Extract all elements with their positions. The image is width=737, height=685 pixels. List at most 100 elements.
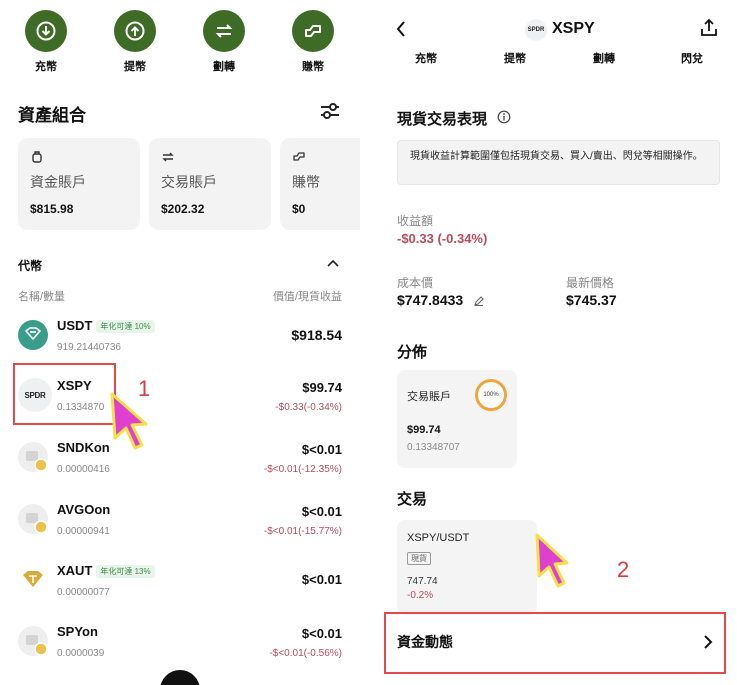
trade-title: 交易: [397, 491, 428, 508]
pnl-value: -$0.33 (-0.34%): [397, 231, 488, 246]
trading-account-value: $202.32: [161, 202, 205, 216]
swap-icon: [161, 150, 177, 166]
highlight-box-fund-activity: [384, 612, 726, 674]
token-detail-panel: SPDR XSPY 充幣 提幣 劃轉 閃兌 現貨交易表現 現貨收益計算範圍僅包括…: [377, 0, 737, 685]
apr-badge: 年化可達 10%: [96, 320, 155, 334]
tab-withdraw[interactable]: 提幣: [504, 50, 526, 66]
withdraw-button[interactable]: 提幣: [100, 10, 170, 74]
cost-price-label: 成本價: [397, 276, 434, 290]
token-row-avgoon[interactable]: AVGOon 0.00000941 $<0.01 -$<0.01(-15.77%…: [0, 494, 360, 554]
latest-price-value: $745.37: [566, 292, 617, 308]
earn-account-value: $0: [292, 202, 306, 216]
deposit-button[interactable]: 充幣: [11, 10, 81, 74]
highlight-box-xspy: [13, 363, 116, 425]
tab-convert[interactable]: 閃兌: [681, 50, 703, 66]
transfer-button[interactable]: 劃轉: [189, 10, 259, 74]
detail-action-tabs: 充幣 提幣 劃轉 閃兌: [377, 50, 737, 70]
generic-token-icon: [18, 442, 48, 472]
pointer-cursor-icon: [533, 533, 573, 596]
step-number-2: 2: [617, 557, 630, 582]
deposit-icon: [25, 10, 67, 52]
tab-deposit[interactable]: 充幣: [415, 50, 437, 66]
latest-price-label: 最新價格: [566, 276, 615, 290]
earn-account-card[interactable]: 賺幣 $0: [280, 138, 360, 230]
dist-account-name: 交易賬戶: [407, 391, 451, 403]
panel-divider: [360, 0, 377, 685]
funding-account-name: 資金賬戶: [30, 174, 86, 190]
token-pnl: -$<0.01(-0.56%): [269, 648, 342, 659]
column-value-pnl: 價值/現貨收益: [272, 291, 342, 303]
asset-overview-panel: 充幣 提幣 劃轉 賺幣 資產組合 資金賬戶 $815.98 交易賬戶 $202.…: [0, 0, 360, 685]
wallet-icon: [30, 150, 46, 166]
collapse-chevron-icon[interactable]: [326, 256, 340, 274]
quick-actions: 充幣 提幣 劃轉 賺幣: [0, 10, 360, 74]
token-amount: 0.00000416: [57, 464, 110, 475]
token-value: $<0.01: [301, 442, 342, 457]
trade-change: -0.2%: [407, 590, 434, 601]
token-row-xaut[interactable]: XAUT 年化可達 13% 0.00000077 $<0.01: [0, 555, 360, 615]
withdraw-icon: [114, 10, 156, 52]
token-name: AVGOon: [57, 502, 111, 517]
withdraw-label: 提幣: [124, 61, 146, 73]
token-amount: 0.00000941: [57, 526, 110, 537]
dist-value: $99.74: [407, 424, 441, 436]
info-icon[interactable]: [497, 110, 511, 129]
percent-ring: 100%: [475, 379, 507, 411]
token-value: $99.74: [302, 380, 342, 395]
usdt-logo-icon: [18, 320, 48, 350]
token-name: SNDKon: [57, 440, 110, 455]
earn-button[interactable]: 賺幣: [278, 10, 348, 74]
token-value: $<0.01: [301, 626, 342, 641]
spot-performance-title: 現貨交易表現: [397, 111, 488, 128]
info-description: 現貨收益計算範圍僅包括現貨交易、買入/賣出、閃兌等相關操作。: [397, 140, 720, 185]
trading-account-name: 交易賬戶: [161, 174, 217, 190]
token-amount: 919.21440736: [57, 342, 121, 353]
token-row-usdt[interactable]: USDT 年化可達 10% 919.21440736 $918.54: [0, 310, 360, 370]
xaut-logo-icon: [18, 565, 48, 595]
step-number-1: 1: [138, 376, 151, 401]
detail-header: SPDR XSPY: [377, 16, 737, 46]
earn-icon: [292, 10, 334, 52]
token-value: $<0.01: [301, 504, 342, 519]
generic-token-icon: [18, 626, 48, 656]
transfer-label: 劃轉: [213, 61, 235, 73]
token-name: XAUT 年化可達 13%: [57, 563, 155, 579]
token-name: USDT 年化可達 10%: [57, 318, 155, 334]
earn-label: 賺幣: [302, 61, 324, 73]
token-name: SPYon: [57, 624, 98, 639]
tab-transfer[interactable]: 劃轉: [593, 50, 615, 66]
distribution-card[interactable]: 交易賬戶 100% $99.74 0.13348707: [397, 370, 517, 468]
tokens-title: 代幣: [18, 259, 43, 273]
distribution-title: 分佈: [397, 344, 428, 361]
trade-pair-name: XSPY/USDT: [407, 532, 470, 544]
funding-account-value: $815.98: [30, 202, 74, 216]
trade-pair-card[interactable]: XSPY/USDT 現貨 747.74 -0.2%: [397, 520, 537, 615]
dist-amount: 0.13348707: [407, 442, 460, 453]
share-icon[interactable]: [699, 18, 719, 43]
filter-settings-icon[interactable]: [318, 100, 342, 122]
trading-account-card[interactable]: 交易賬戶 $202.32: [149, 138, 271, 230]
back-chevron-icon[interactable]: [395, 20, 407, 43]
trade-price: 747.74: [407, 576, 438, 587]
token-row-sndkon[interactable]: SNDKon 0.00000416 $<0.01 -$<0.01(-12.35%…: [0, 432, 360, 492]
token-pnl: -$<0.01(-12.35%): [263, 464, 342, 475]
deposit-label: 充幣: [35, 61, 57, 73]
token-amount: 0.0000039: [57, 648, 105, 659]
funding-account-card[interactable]: 資金賬戶 $815.98: [18, 138, 140, 230]
spdr-logo-icon: SPDR: [525, 19, 547, 41]
earn-account-name: 賺幣: [292, 174, 320, 190]
token-row-spyon[interactable]: SPYon 0.0000039 $<0.01 -$<0.01(-0.56%): [0, 616, 360, 676]
token-pnl: -$0.33(-0.34%): [275, 402, 342, 413]
edit-pencil-icon[interactable]: [473, 294, 485, 312]
transfer-icon: [203, 10, 245, 52]
token-value: $<0.01: [301, 572, 342, 587]
detail-title: XSPY: [552, 20, 595, 37]
token-pnl: -$<0.01(-15.77%): [263, 526, 342, 537]
spot-tag: 現貨: [407, 552, 431, 565]
token-amount: 0.00000077: [57, 587, 110, 598]
pnl-label: 收益額: [397, 214, 434, 228]
column-name-amount: 名稱/數量: [18, 291, 66, 303]
apr-badge: 年化可達 13%: [96, 565, 155, 579]
token-value: $918.54: [291, 327, 342, 343]
earn-small-icon: [292, 150, 308, 166]
